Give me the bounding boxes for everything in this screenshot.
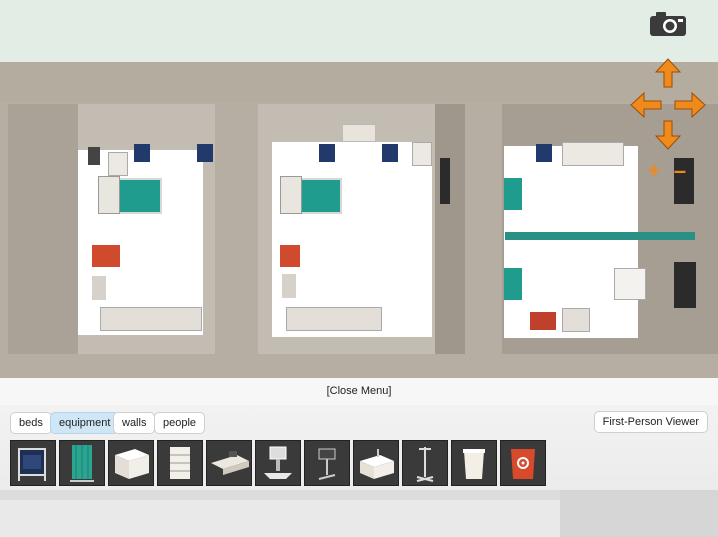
corridor <box>0 62 718 102</box>
chair <box>134 144 150 162</box>
monitor-cart-icon <box>264 446 292 479</box>
biohazard-bin-icon <box>511 449 535 479</box>
arrow-down-icon[interactable] <box>654 120 682 150</box>
first-person-viewer-button[interactable]: First-Person Viewer <box>593 411 708 433</box>
floorplan-viewport[interactable] <box>0 62 718 378</box>
biohazard-bin <box>530 312 556 330</box>
bed <box>504 178 522 210</box>
cabinet <box>108 152 128 176</box>
zoom-out-button[interactable]: – <box>670 160 690 182</box>
cabinet-item[interactable] <box>108 440 154 486</box>
wall-display <box>440 158 450 204</box>
iv-pole-icon <box>416 447 434 482</box>
iv-pole-item[interactable] <box>402 440 448 486</box>
biohazard-bin <box>280 245 300 267</box>
workstation-item[interactable] <box>304 440 350 486</box>
tab-people[interactable]: people <box>154 412 206 434</box>
drawer-unit-icon <box>170 447 190 479</box>
light-fixture <box>342 124 376 142</box>
drawer-unit-item[interactable] <box>157 440 203 486</box>
counter <box>286 307 382 331</box>
sink-item[interactable] <box>353 440 399 486</box>
chair-icon <box>18 448 46 481</box>
cabinet <box>92 276 106 300</box>
floor-reflection <box>0 490 718 537</box>
monitor <box>88 147 100 165</box>
wall-display <box>674 262 696 308</box>
camera-icon[interactable] <box>648 10 688 38</box>
cabinet <box>614 268 646 300</box>
chair <box>319 144 335 162</box>
curtain-item[interactable] <box>59 440 105 486</box>
bed <box>298 178 342 214</box>
bed <box>118 178 162 214</box>
cabinet <box>282 274 296 298</box>
chair-item[interactable] <box>10 440 56 486</box>
object-menu-panel: beds equipment walls people First-Person… <box>0 405 718 537</box>
bin-item[interactable] <box>451 440 497 486</box>
sink-icon <box>360 449 394 479</box>
tab-equipment[interactable]: equipment <box>50 412 120 434</box>
monitor-cart-item[interactable] <box>255 440 301 486</box>
arrow-right-icon[interactable] <box>674 91 706 119</box>
zoom-in-button[interactable]: + <box>644 160 664 182</box>
desk-icon <box>211 451 249 475</box>
sink <box>562 308 590 332</box>
room-2-shadow-wall <box>435 104 465 354</box>
bed-frame <box>280 176 302 214</box>
close-menu-button[interactable]: [Close Menu] <box>0 378 718 405</box>
room-1-shadow-wall <box>8 104 78 354</box>
cabinet-icon <box>115 449 149 479</box>
cabinet <box>562 142 624 166</box>
counter <box>100 307 202 331</box>
biohazard-bin <box>92 245 120 267</box>
chair <box>536 144 552 162</box>
arrow-left-icon[interactable] <box>630 91 662 119</box>
chair <box>197 144 213 162</box>
tab-walls[interactable]: walls <box>113 412 156 434</box>
cabinet <box>412 142 432 166</box>
tab-beds[interactable]: beds <box>10 412 52 434</box>
desk-item[interactable] <box>206 440 252 486</box>
bed-frame <box>98 176 120 214</box>
biohazard-bin-item[interactable] <box>500 440 546 486</box>
sky-background <box>0 0 718 62</box>
arrow-up-icon[interactable] <box>654 58 682 88</box>
chair <box>382 144 398 162</box>
curtain <box>505 232 695 240</box>
workstation-icon <box>318 448 336 480</box>
bed <box>504 268 522 300</box>
bin-icon <box>463 449 485 479</box>
curtain-icon <box>70 445 94 482</box>
